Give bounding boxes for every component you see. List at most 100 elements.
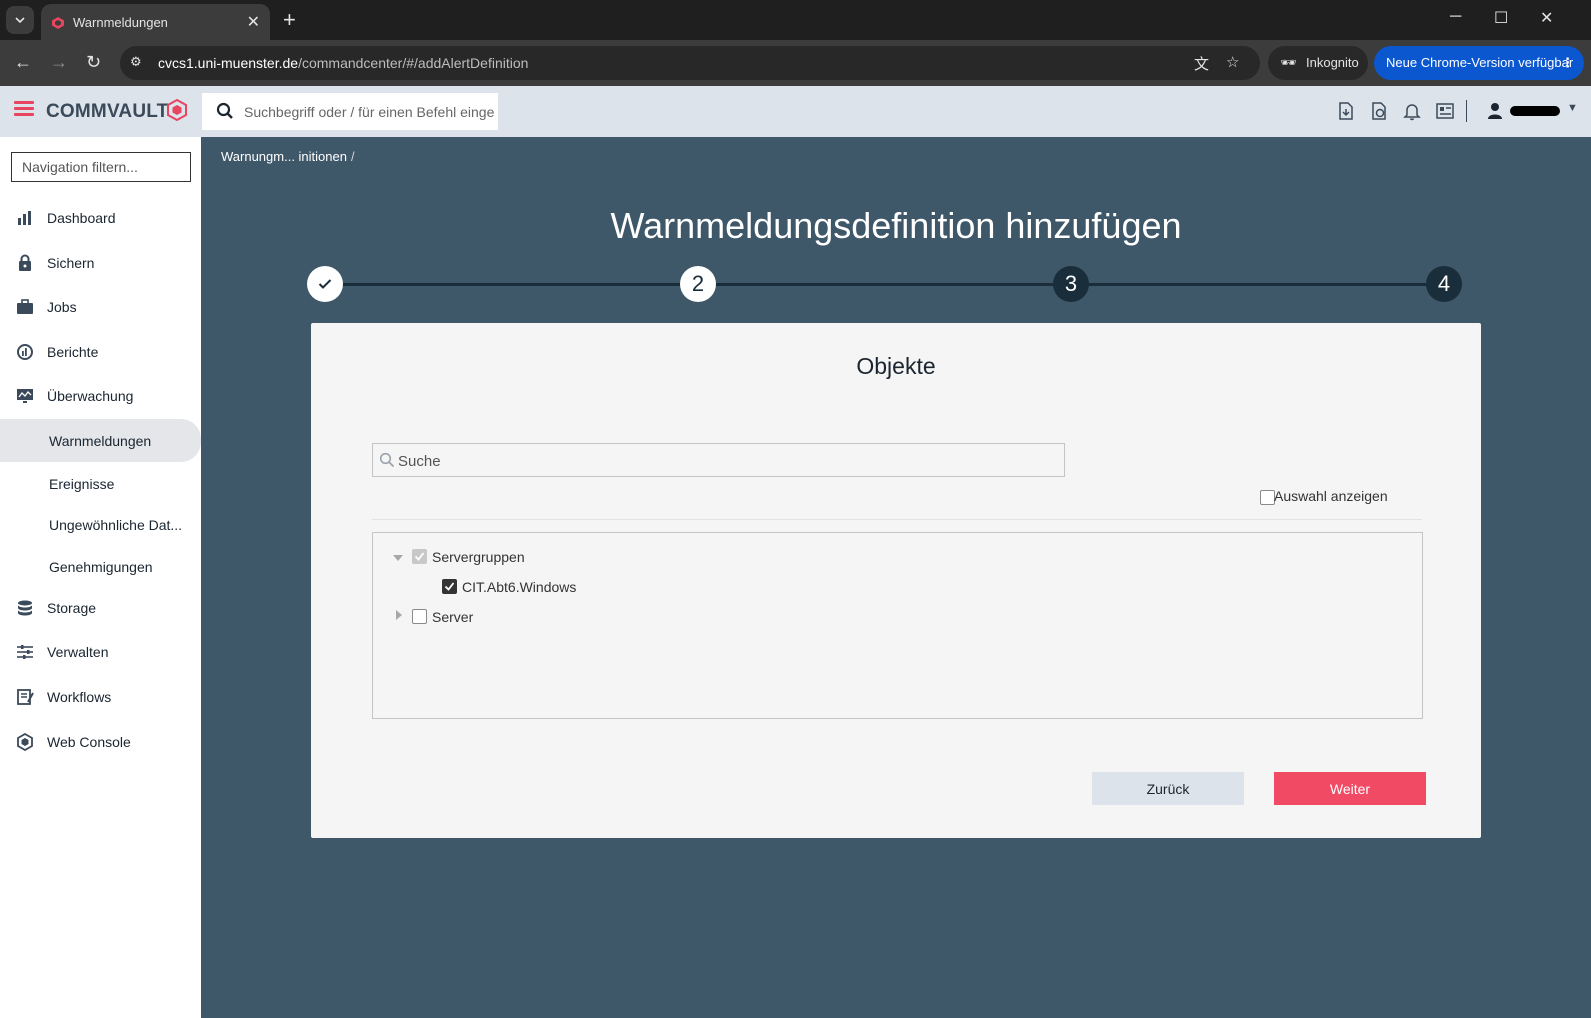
site-info-icon[interactable]: ⚙ — [130, 54, 142, 70]
sidebar: Dashboard Sichern Jobs Berichte Überwach… — [0, 137, 201, 1018]
browser-tab-bar: Warnmeldungen ✕ + ─ ☐ ✕ — [0, 0, 1591, 40]
search-icon — [379, 452, 395, 468]
page-title: Warnmeldungsdefinition hinzufügen — [610, 205, 1182, 246]
checkmark-icon — [414, 552, 425, 561]
sidebar-item-label: Workflows — [47, 689, 112, 705]
incognito-label: Inkognito — [1306, 55, 1359, 70]
reports-icon — [17, 344, 33, 360]
brand-logo: COMMVAULT — [46, 101, 169, 122]
breadcrumb-separator: / — [350, 149, 355, 164]
show-selection-label: Auswahl anzeigen — [1274, 488, 1388, 504]
tree-node-label[interactable]: Server — [432, 609, 473, 625]
tab-title: Warnmeldungen — [73, 15, 168, 30]
cit-abt6-windows-checkbox[interactable] — [442, 579, 457, 594]
sidebar-item-label: Sichern — [47, 255, 95, 271]
browser-tab[interactable]: Warnmeldungen ✕ — [41, 4, 270, 40]
incognito-indicator[interactable]: 🕶 Inkognito — [1268, 46, 1368, 80]
dashboard-icon — [18, 211, 31, 225]
navigation-filter-input[interactable] — [11, 152, 191, 182]
back-arrow-icon[interactable]: ← — [14, 52, 32, 73]
sidebar-item-label: Berichte — [47, 344, 99, 360]
download-document-icon[interactable] — [1336, 101, 1356, 121]
global-search-input[interactable] — [244, 101, 494, 123]
sidebar-item-genehmigungen[interactable]: Genehmigungen — [0, 547, 201, 587]
tree-expand-icon[interactable] — [394, 610, 404, 620]
tree-collapse-icon[interactable] — [393, 553, 403, 563]
servergruppen-checkbox[interactable] — [412, 549, 427, 564]
sidebar-item-berichte[interactable]: Berichte — [0, 332, 201, 372]
reload-icon[interactable]: ↻ — [86, 52, 101, 73]
user-name-redacted[interactable] — [1510, 106, 1560, 116]
header-divider — [1466, 100, 1467, 122]
wizard-step-3: 3 — [1053, 266, 1089, 302]
chrome-update-button[interactable]: Neue Chrome-Version verfügbar ⋮ — [1374, 46, 1584, 80]
app-header: COMMVAULT ▼ — [0, 86, 1591, 137]
sidebar-item-label: Warnmeldungen — [49, 433, 152, 449]
browser-toolbar: ← → ↻ ⚙ cvcs1.uni-muenster.de/commandcen… — [0, 40, 1591, 86]
sidebar-item-label: Jobs — [47, 299, 77, 315]
sidebar-item-storage[interactable]: Storage — [0, 588, 201, 628]
more-menu-icon[interactable]: ⋮ — [1561, 55, 1574, 71]
dashboard-grid-icon[interactable] — [1435, 101, 1455, 121]
sidebar-item-workflows[interactable]: Workflows — [0, 677, 201, 717]
sidebar-item-jobs[interactable]: Jobs — [0, 287, 201, 327]
main-content: Warnungm... initionen / Warnmeldungsdefin… — [201, 137, 1591, 1018]
sidebar-item-label: Genehmigungen — [49, 559, 153, 575]
object-search[interactable] — [372, 443, 1065, 477]
user-icon[interactable] — [1487, 102, 1503, 120]
sidebar-item-ereignisse[interactable]: Ereignisse — [0, 464, 201, 504]
wizard-step-1[interactable] — [307, 266, 343, 302]
sidebar-item-sichern[interactable]: Sichern — [0, 243, 201, 283]
sidebar-item-dashboard[interactable]: Dashboard — [0, 198, 201, 238]
hamburger-menu-icon[interactable] — [14, 101, 34, 117]
sidebar-item-label: Ereignisse — [49, 476, 115, 492]
lock-icon — [19, 254, 31, 271]
minimize-icon[interactable]: ─ — [1450, 8, 1461, 26]
tree-node-label[interactable]: CIT.Abt6.Windows — [462, 579, 576, 595]
window-close-icon[interactable]: ✕ — [1540, 8, 1553, 28]
objects-card: Objekte Auswahl anzeigen Servergruppen C… — [311, 323, 1481, 838]
sidebar-item-web-console[interactable]: Web Console — [0, 722, 201, 762]
next-button[interactable]: Weiter — [1274, 772, 1426, 805]
chrome-update-label: Neue Chrome-Version verfügbar — [1386, 55, 1574, 70]
tab-close-icon[interactable]: ✕ — [247, 12, 260, 32]
object-tree: Servergruppen CIT.Abt6.Windows Server — [372, 532, 1423, 719]
wizard-step-2[interactable]: 2 — [680, 266, 716, 302]
commvault-favicon-icon — [52, 17, 64, 29]
sidebar-item-label: Verwalten — [47, 644, 109, 660]
search-icon — [216, 102, 233, 119]
server-checkbox[interactable] — [412, 609, 427, 624]
workflow-icon — [17, 689, 34, 705]
breadcrumb: Warnungm... initionen / — [221, 149, 355, 164]
translate-icon[interactable]: 文 — [1194, 53, 1209, 74]
maximize-icon[interactable]: ☐ — [1494, 8, 1508, 28]
url-host: cvcs1.uni-muenster.de — [158, 55, 299, 71]
back-button[interactable]: Zurück — [1092, 772, 1244, 805]
sidebar-item-verwalten[interactable]: Verwalten — [0, 632, 201, 672]
sidebar-item-warnmeldungen[interactable]: Warnmeldungen — [0, 419, 201, 462]
bookmark-star-icon[interactable]: ☆ — [1226, 53, 1239, 71]
card-title: Objekte — [856, 353, 936, 379]
sidebar-item-label: Dashboard — [47, 210, 116, 226]
sidebar-item-label: Ungewöhnliche Dat... — [49, 517, 183, 533]
checkmark-icon — [444, 582, 455, 591]
job-document-icon[interactable] — [1369, 101, 1389, 121]
address-bar[interactable]: ⚙ cvcs1.uni-muenster.de/commandcenter/#/… — [120, 46, 1260, 80]
sidebar-item-label: Web Console — [47, 734, 131, 750]
show-selection-checkbox[interactable] — [1260, 490, 1275, 505]
object-search-input[interactable] — [398, 451, 1048, 471]
new-tab-icon[interactable]: + — [283, 7, 296, 33]
global-search[interactable] — [202, 93, 498, 130]
forward-arrow-icon[interactable]: → — [50, 52, 68, 73]
breadcrumb-link[interactable]: Warnungm... initionen — [221, 149, 347, 164]
commvault-logo-icon — [167, 99, 187, 121]
sidebar-item-label: Überwachung — [47, 388, 134, 404]
tree-node-label[interactable]: Servergruppen — [432, 549, 525, 565]
database-icon — [18, 600, 32, 616]
sidebar-item-label: Storage — [47, 600, 97, 616]
bell-icon[interactable] — [1402, 101, 1422, 121]
sidebar-item-ueberwachung[interactable]: Überwachung — [0, 376, 201, 416]
sidebar-item-ungewoehnliche-daten[interactable]: Ungewöhnliche Dat... — [0, 505, 201, 545]
user-menu-caret-icon[interactable]: ▼ — [1567, 102, 1578, 114]
tab-list-button[interactable] — [6, 6, 34, 34]
